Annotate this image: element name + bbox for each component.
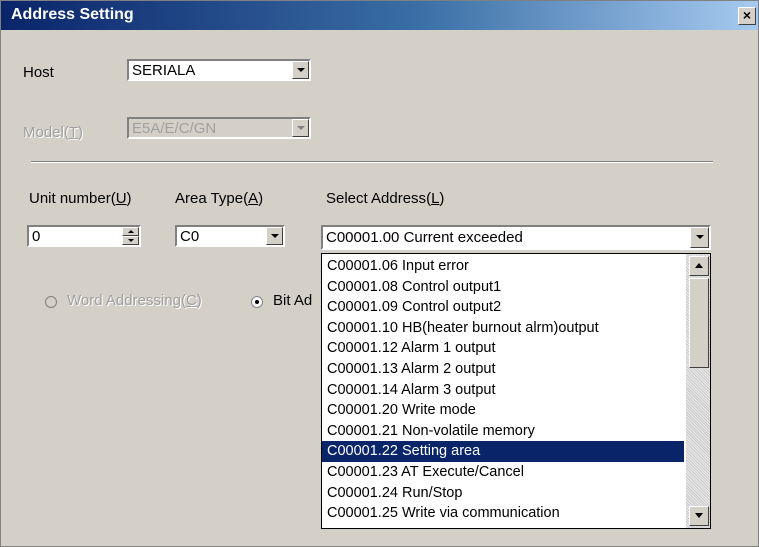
close-icon: ×	[742, 7, 752, 23]
area-type-value: C0	[180, 228, 200, 245]
address-option[interactable]: C00001.14 Alarm 3 output	[322, 380, 684, 401]
host-select[interactable]: SERIALA	[127, 59, 311, 81]
dialog-title: Address Setting	[11, 6, 134, 23]
unit-number-spinner[interactable]: 0	[27, 225, 141, 247]
select-address-dropdown-button[interactable]	[690, 227, 709, 248]
word-addressing-radio	[45, 296, 57, 308]
host-dropdown-button[interactable]	[292, 61, 309, 79]
unit-number-label: Unit number(U)	[29, 190, 132, 207]
model-value: E5A/E/C/GN	[132, 120, 217, 137]
address-option[interactable]: C00001.06 Input error	[322, 256, 684, 277]
select-address-combo[interactable]: C00001.00 Current exceeded	[321, 225, 711, 250]
word-addressing-label: Word Addressing(C)	[67, 292, 202, 309]
address-option[interactable]: C00001.23 AT Execute/Cancel	[322, 462, 684, 483]
chevron-down-icon	[271, 234, 279, 238]
spin-down-button[interactable]	[122, 236, 139, 245]
bit-addressing-label: Bit Ad	[273, 292, 313, 309]
scroll-up-button[interactable]	[689, 256, 709, 276]
address-option[interactable]: C00001.13 Alarm 2 output	[322, 359, 684, 380]
title-bar[interactable]: Address Setting ×	[1, 1, 758, 30]
address-option[interactable]: C00001.24 Run/Stop	[322, 483, 684, 504]
vertical-scrollbar[interactable]	[686, 254, 710, 528]
spin-up-button[interactable]	[122, 227, 139, 236]
bit-addressing-radio[interactable]	[251, 296, 263, 308]
separator	[31, 161, 713, 163]
down-arrow-icon	[128, 239, 134, 242]
area-type-label: Area Type(A)	[175, 190, 264, 207]
host-value: SERIALA	[132, 62, 196, 79]
select-address-value: C00001.00 Current exceeded	[326, 229, 523, 246]
chevron-down-icon	[297, 126, 305, 130]
address-option[interactable]: C00001.25 Write via communication	[322, 503, 684, 524]
spin-buttons	[122, 227, 139, 245]
close-button[interactable]: ×	[738, 7, 756, 25]
host-label: Host	[23, 64, 54, 81]
area-type-select[interactable]: C0	[175, 225, 285, 247]
model-select: E5A/E/C/GN	[127, 117, 311, 139]
address-option[interactable]: C00001.21 Non-volatile memory	[322, 421, 684, 442]
area-type-dropdown-button[interactable]	[266, 227, 283, 245]
address-option[interactable]: C00001.08 Control output1	[322, 277, 684, 298]
address-option[interactable]: C00001.20 Write mode	[322, 400, 684, 421]
address-dropdown-list[interactable]: C00001.06 Input error C00001.08 Control o…	[321, 253, 711, 529]
scroll-thumb[interactable]	[689, 278, 709, 368]
address-option[interactable]: C00001.09 Control output2	[322, 297, 684, 318]
address-option[interactable]: C00001.12 Alarm 1 output	[322, 338, 684, 359]
chevron-down-icon	[297, 68, 305, 72]
chevron-down-icon	[696, 235, 704, 239]
address-option[interactable]: C00001.10 HB(heater burnout alrm)output	[322, 318, 684, 339]
model-label: Model(T)	[23, 124, 84, 141]
up-arrow-icon	[695, 263, 703, 268]
address-setting-dialog: Address Setting × Host SERIALA Model(T) …	[0, 0, 759, 547]
scroll-down-button[interactable]	[689, 506, 709, 526]
address-options: C00001.06 Input error C00001.08 Control o…	[322, 256, 684, 524]
model-dropdown-button	[292, 119, 309, 137]
select-address-label: Select Address(L)	[326, 190, 445, 207]
up-arrow-icon	[128, 230, 134, 233]
unit-number-value: 0	[32, 228, 41, 245]
down-arrow-icon	[695, 513, 703, 518]
radio-dot-icon	[255, 300, 259, 304]
address-option[interactable]: C00001.22 Setting area	[322, 441, 684, 462]
